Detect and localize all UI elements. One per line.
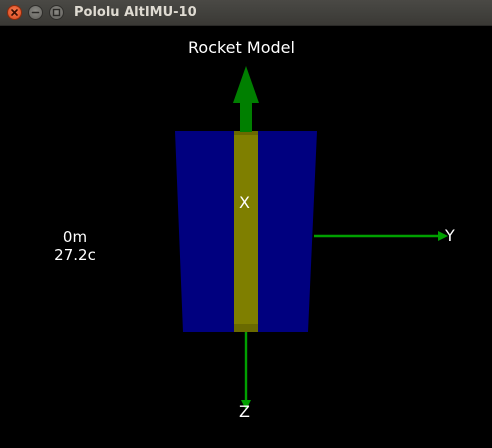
- window-title: Pololu AltIMU-10: [74, 5, 197, 20]
- y-axis-label: Y: [445, 226, 455, 245]
- altitude-readout: 0m 27.2c: [40, 228, 110, 264]
- maximize-button[interactable]: [49, 5, 64, 20]
- z-axis-label: Z: [239, 402, 250, 421]
- x-axis-label: X: [239, 193, 250, 212]
- scene-heading: Rocket Model: [188, 38, 295, 57]
- minimize-icon: [31, 11, 40, 14]
- title-bar[interactable]: Pololu AltIMU-10: [0, 0, 492, 26]
- app-window: Pololu AltIMU-10 Rocket Model 0m 27.2c X: [0, 0, 492, 448]
- altitude-value: 0m: [62, 228, 88, 246]
- maximize-icon: [52, 8, 61, 17]
- opengl-viewport[interactable]: Rocket Model 0m 27.2c X Y Z: [0, 26, 492, 448]
- up-arrow-head: [233, 66, 259, 103]
- up-arrow-shaft: [240, 102, 252, 132]
- minimize-button[interactable]: [28, 5, 43, 20]
- close-button[interactable]: [7, 5, 22, 20]
- rocket-spine-cap-bottom: [234, 324, 258, 332]
- rocket-spine: [234, 131, 258, 332]
- close-icon: [11, 9, 18, 16]
- temperature-value: 27.2c: [54, 246, 96, 264]
